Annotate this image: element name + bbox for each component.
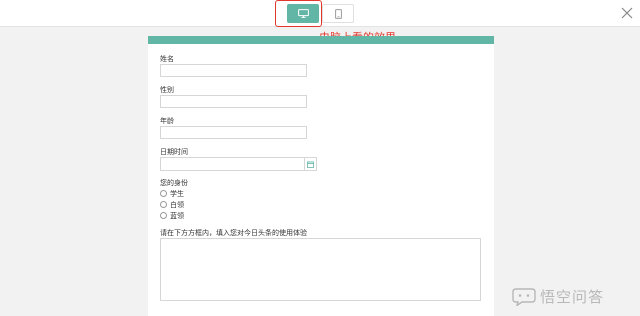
- watermark: 悟空问答: [512, 286, 604, 307]
- close-icon: [621, 7, 633, 19]
- identity-option-blue-collar[interactable]: 蓝领: [160, 211, 184, 220]
- datetime-input[interactable]: [160, 157, 305, 171]
- age-input[interactable]: [160, 126, 307, 139]
- radio-label: 蓝领: [170, 211, 184, 220]
- radio-button[interactable]: [160, 190, 167, 197]
- identity-option-white-collar[interactable]: 白领: [160, 200, 184, 209]
- date-picker-button[interactable]: [305, 157, 317, 171]
- name-label: 姓名: [160, 55, 174, 63]
- feedback-textarea[interactable]: [160, 238, 481, 301]
- calendar-icon: [307, 160, 314, 168]
- mobile-preview-button[interactable]: [322, 4, 354, 23]
- feedback-label: 请在下方方框内，填入您对今日头条的使用体验: [160, 229, 307, 237]
- form-header-bar: [148, 36, 494, 44]
- close-button[interactable]: [619, 5, 635, 21]
- identity-option-student[interactable]: 学生: [160, 189, 184, 198]
- datetime-label: 日期时间: [160, 148, 188, 156]
- annotation-highlight-box: [275, 0, 322, 27]
- watermark-text: 悟空问答: [540, 288, 605, 306]
- gender-input[interactable]: [160, 95, 307, 108]
- survey-form: 姓名 性别 年龄 日期时间 您的身份 学生 白领 蓝领 请在下方方框内，填入您对…: [148, 36, 494, 316]
- age-label: 年龄: [160, 117, 174, 125]
- chat-bubble-icon: [512, 287, 536, 306]
- identity-label: 您的身份: [160, 179, 188, 187]
- radio-button[interactable]: [160, 201, 167, 208]
- radio-button[interactable]: [160, 212, 167, 219]
- phone-icon: [334, 8, 342, 19]
- radio-label: 白领: [170, 200, 184, 209]
- preview-toolbar: [0, 0, 640, 27]
- radio-label: 学生: [170, 189, 184, 198]
- name-input[interactable]: [160, 64, 307, 77]
- gender-label: 性别: [160, 86, 174, 94]
